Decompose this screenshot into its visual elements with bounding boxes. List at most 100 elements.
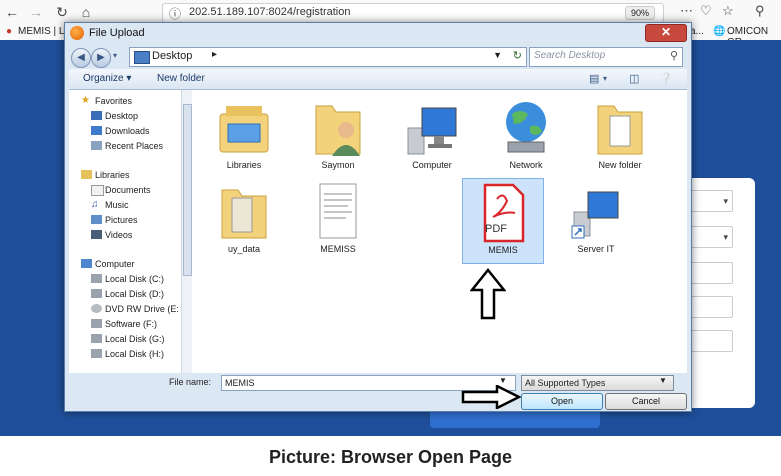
document-icon — [319, 183, 357, 239]
pdf-badge: PDF — [485, 223, 507, 235]
file-uy-data[interactable]: uy_data — [204, 178, 284, 262]
view-options-icon[interactable]: ▤ — [589, 72, 603, 85]
url-text: 202.51.189.107:8024/registration — [189, 6, 351, 18]
nav-desktop[interactable]: Desktop — [91, 109, 181, 123]
pictures-icon — [91, 215, 102, 224]
text-field-2[interactable] — [689, 296, 733, 318]
bookmark-memis[interactable]: MEMIS | L — [18, 26, 65, 37]
search-magnifier-icon[interactable]: ⚲ — [670, 49, 678, 62]
registration-card: ▾ ▾ — [685, 178, 755, 408]
organize-menu[interactable]: Organize ▾ — [83, 73, 131, 84]
nav-local-disk-h[interactable]: Local Disk (H:) — [91, 347, 181, 361]
select-field-1[interactable]: ▾ — [689, 190, 733, 212]
file-memiss[interactable]: MEMISS — [298, 178, 378, 262]
drive-icon — [91, 274, 102, 283]
forward-arrow-icon[interactable]: ▶ — [91, 48, 111, 68]
nav-favorites[interactable]: ★ Favorites — [81, 94, 181, 108]
zoom-level-badge[interactable]: 90% — [624, 6, 655, 20]
dialog-toolbar: Organize ▾ New folder ▤ ▾ ◫ ❔ — [69, 69, 687, 90]
file-libraries[interactable]: Libraries — [204, 94, 284, 178]
close-button[interactable]: ✕ — [645, 24, 687, 42]
nav-recent-places[interactable]: Recent Places — [91, 139, 181, 153]
home-icon[interactable]: ⌂ — [76, 2, 96, 22]
file-saymon[interactable]: Saymon — [298, 94, 378, 178]
dialog-footer: File name: MEMIS ▼ All Supported Types ▼… — [69, 373, 687, 410]
nav-documents[interactable]: Documents — [91, 183, 181, 197]
back-icon[interactable]: ← — [2, 2, 22, 22]
dialog-titlebar[interactable]: File Upload ✕ — [65, 23, 691, 43]
libraries-folder-icon — [219, 106, 269, 153]
nav-pictures[interactable]: Pictures — [91, 213, 181, 227]
network-globe-icon — [506, 102, 546, 153]
downloads-icon — [91, 126, 102, 135]
star-icon: ★ — [81, 95, 90, 106]
nav-local-disk-c[interactable]: Local Disk (C:) — [91, 272, 181, 286]
dvd-drive-icon — [91, 304, 102, 313]
path-breadcrumb[interactable]: Desktop ▸ ▼ ↻ — [129, 47, 527, 67]
nav-local-disk-g[interactable]: Local Disk (G:) — [91, 332, 181, 346]
nav-downloads[interactable]: Downloads — [91, 124, 181, 138]
dialog-address-row: ◀ ▶ ▾ Desktop ▸ ▼ ↻ Search Desktop ⚲ — [69, 45, 687, 69]
user-folder-icon — [315, 105, 361, 156]
text-field-1[interactable] — [689, 262, 733, 284]
file-name-label: File name: — [169, 377, 212, 387]
file-pane: Libraries Saymon Computer Network New fo… — [192, 90, 687, 373]
refresh-icon[interactable]: ↻ — [513, 49, 522, 62]
nav-local-disk-d[interactable]: Local Disk (D:) — [91, 287, 181, 301]
file-type-dropdown-icon[interactable]: ▼ — [659, 376, 667, 385]
path-dropdown-icon[interactable]: ▼ — [493, 50, 502, 60]
file-upload-dialog: File Upload ✕ ◀ ▶ ▾ Desktop ▸ ▼ ↻ Search… — [64, 22, 692, 412]
figure-caption: Picture: Browser Open Page — [268, 447, 513, 467]
scrollbar-thumb[interactable] — [183, 104, 192, 276]
folder-icon — [597, 105, 643, 155]
file-type-select[interactable]: All Supported Types — [521, 375, 674, 391]
back-arrow-icon[interactable]: ◀ — [71, 48, 91, 68]
search-icon[interactable]: ⚲ — [755, 3, 765, 19]
breadcrumb-chevron-icon[interactable]: ▸ — [212, 49, 217, 60]
file-new-folder[interactable]: New folder — [580, 94, 660, 178]
breadcrumb-desktop[interactable]: Desktop — [152, 50, 192, 62]
recent-locations-icon[interactable]: ▾ — [113, 51, 117, 60]
drive-icon — [91, 319, 102, 328]
bookmark-star-icon[interactable]: ☆ — [722, 3, 734, 19]
nav-music[interactable]: ♫ Music — [91, 198, 181, 212]
documents-icon — [91, 185, 104, 196]
pocket-icon[interactable]: ♡ — [700, 3, 712, 19]
drive-icon — [91, 289, 102, 298]
annotation-up-arrow-icon — [470, 268, 506, 320]
libraries-icon — [81, 170, 92, 179]
nav-software-f[interactable]: Software (F:) — [91, 317, 181, 331]
reload-icon[interactable]: ↻ — [52, 2, 72, 22]
help-icon[interactable]: ❔ — [659, 72, 673, 85]
nav-videos[interactable]: Videos — [91, 228, 181, 242]
info-icon[interactable]: ⓘ — [169, 5, 183, 21]
open-button[interactable]: Open — [521, 393, 603, 410]
search-box[interactable]: Search Desktop ⚲ — [529, 47, 683, 67]
view-dropdown-icon[interactable]: ▾ — [603, 74, 617, 86]
nav-dvd-drive[interactable]: DVD RW Drive (E: — [91, 302, 181, 316]
address-bar[interactable]: ⓘ 202.51.189.107:8024/registration 90% — [162, 3, 664, 23]
file-server-it[interactable]: Server IT — [556, 178, 636, 262]
file-memis-selected[interactable]: PDF MEMIS — [462, 178, 544, 264]
globe-icon: 🌐 — [713, 26, 726, 37]
file-name-dropdown-icon[interactable]: ▼ — [499, 376, 507, 385]
nav-libraries[interactable]: Libraries — [81, 168, 181, 182]
cancel-button[interactable]: Cancel — [605, 393, 687, 410]
page-actions-icon[interactable]: ⋯ — [680, 3, 693, 19]
forward-icon[interactable]: → — [26, 2, 46, 22]
computer-icon — [407, 107, 457, 155]
nav-buttons: ◀ ▶ ▾ — [71, 47, 121, 68]
nav-computer[interactable]: Computer — [81, 257, 181, 271]
navigation-scrollbar[interactable] — [181, 90, 192, 373]
firefox-icon — [70, 26, 84, 40]
shortcut-computer-icon — [571, 191, 619, 239]
text-field-3[interactable] — [689, 330, 733, 352]
videos-icon — [91, 230, 102, 239]
select-field-2[interactable]: ▾ — [689, 226, 733, 248]
preview-pane-icon[interactable]: ◫ — [629, 72, 643, 85]
bookmark-overflow[interactable]: a... — [690, 26, 704, 37]
file-network[interactable]: Network — [486, 94, 566, 178]
new-folder-button[interactable]: New folder — [157, 73, 205, 84]
bookmark-favicon-icon: ● — [6, 26, 13, 37]
file-computer[interactable]: Computer — [392, 94, 472, 178]
